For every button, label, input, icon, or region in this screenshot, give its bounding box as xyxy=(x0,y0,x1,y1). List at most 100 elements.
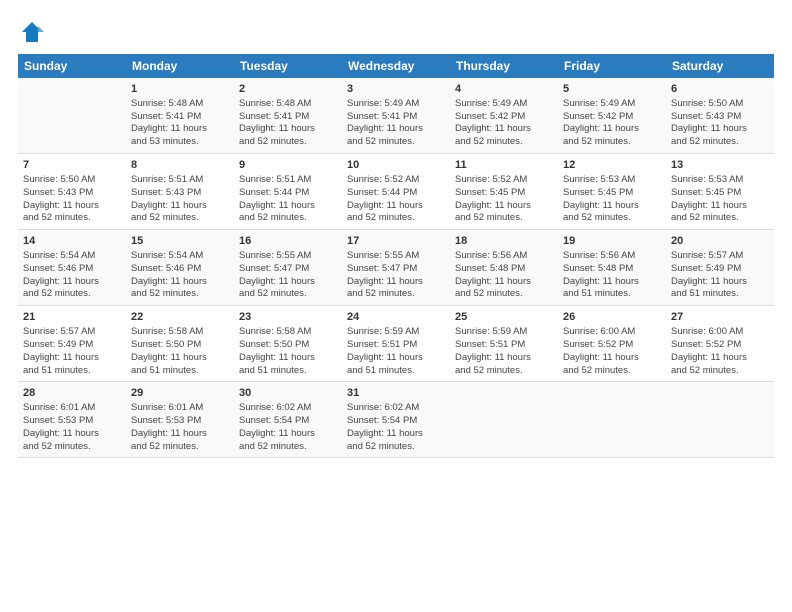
day-info: Sunrise: 6:01 AM xyxy=(131,402,229,415)
day-number: 14 xyxy=(23,234,121,249)
day-info: Sunset: 5:53 PM xyxy=(23,415,121,428)
day-info: and 52 minutes. xyxy=(563,365,661,378)
day-info: Sunset: 5:45 PM xyxy=(563,187,661,200)
day-info: and 52 minutes. xyxy=(131,212,229,225)
day-info: and 52 minutes. xyxy=(347,288,445,301)
header-row: SundayMondayTuesdayWednesdayThursdayFrid… xyxy=(18,54,774,78)
day-info: and 52 minutes. xyxy=(347,441,445,454)
day-number: 24 xyxy=(347,310,445,325)
day-number: 5 xyxy=(563,82,661,97)
day-cell: 3Sunrise: 5:49 AMSunset: 5:41 PMDaylight… xyxy=(342,78,450,154)
day-cell: 24Sunrise: 5:59 AMSunset: 5:51 PMDayligh… xyxy=(342,306,450,382)
day-info: Daylight: 11 hours xyxy=(671,200,769,213)
day-number: 10 xyxy=(347,158,445,173)
day-info: Sunset: 5:54 PM xyxy=(239,415,337,428)
day-info: Sunset: 5:42 PM xyxy=(563,111,661,124)
day-info: and 52 minutes. xyxy=(23,441,121,454)
day-info: Sunset: 5:50 PM xyxy=(131,339,229,352)
day-cell: 2Sunrise: 5:48 AMSunset: 5:41 PMDaylight… xyxy=(234,78,342,154)
day-info: and 52 minutes. xyxy=(239,212,337,225)
day-info: and 51 minutes. xyxy=(131,365,229,378)
day-cell xyxy=(450,382,558,458)
day-info: Daylight: 11 hours xyxy=(239,428,337,441)
day-info: Sunrise: 5:59 AM xyxy=(347,326,445,339)
day-info: and 51 minutes. xyxy=(563,288,661,301)
day-info: and 52 minutes. xyxy=(131,441,229,454)
day-info: Daylight: 11 hours xyxy=(23,428,121,441)
day-number: 13 xyxy=(671,158,769,173)
day-cell: 7Sunrise: 5:50 AMSunset: 5:43 PMDaylight… xyxy=(18,154,126,230)
day-info: Sunset: 5:47 PM xyxy=(347,263,445,276)
day-info: Daylight: 11 hours xyxy=(563,123,661,136)
day-cell: 6Sunrise: 5:50 AMSunset: 5:43 PMDaylight… xyxy=(666,78,774,154)
day-cell: 10Sunrise: 5:52 AMSunset: 5:44 PMDayligh… xyxy=(342,154,450,230)
day-info: Sunset: 5:48 PM xyxy=(563,263,661,276)
day-info: Daylight: 11 hours xyxy=(455,123,553,136)
day-info: Sunrise: 5:49 AM xyxy=(563,98,661,111)
day-cell: 15Sunrise: 5:54 AMSunset: 5:46 PMDayligh… xyxy=(126,230,234,306)
page-header xyxy=(18,18,774,46)
calendar-body: 1Sunrise: 5:48 AMSunset: 5:41 PMDaylight… xyxy=(18,78,774,458)
day-number: 25 xyxy=(455,310,553,325)
day-cell: 4Sunrise: 5:49 AMSunset: 5:42 PMDaylight… xyxy=(450,78,558,154)
day-info: and 52 minutes. xyxy=(239,441,337,454)
day-info: and 52 minutes. xyxy=(347,136,445,149)
week-row-2: 7Sunrise: 5:50 AMSunset: 5:43 PMDaylight… xyxy=(18,154,774,230)
day-cell: 31Sunrise: 6:02 AMSunset: 5:54 PMDayligh… xyxy=(342,382,450,458)
day-cell: 23Sunrise: 5:58 AMSunset: 5:50 PMDayligh… xyxy=(234,306,342,382)
day-info: Sunset: 5:45 PM xyxy=(455,187,553,200)
day-cell: 1Sunrise: 5:48 AMSunset: 5:41 PMDaylight… xyxy=(126,78,234,154)
day-info: and 53 minutes. xyxy=(131,136,229,149)
day-info: Sunset: 5:42 PM xyxy=(455,111,553,124)
day-info: and 52 minutes. xyxy=(347,212,445,225)
day-info: Daylight: 11 hours xyxy=(347,352,445,365)
day-cell: 11Sunrise: 5:52 AMSunset: 5:45 PMDayligh… xyxy=(450,154,558,230)
header-cell-monday: Monday xyxy=(126,54,234,78)
calendar-header: SundayMondayTuesdayWednesdayThursdayFrid… xyxy=(18,54,774,78)
day-info: and 52 minutes. xyxy=(455,288,553,301)
day-info: Sunset: 5:51 PM xyxy=(347,339,445,352)
day-info: Sunrise: 5:57 AM xyxy=(671,250,769,263)
day-info: and 51 minutes. xyxy=(671,288,769,301)
day-number: 6 xyxy=(671,82,769,97)
day-info: Daylight: 11 hours xyxy=(347,123,445,136)
header-cell-friday: Friday xyxy=(558,54,666,78)
header-cell-wednesday: Wednesday xyxy=(342,54,450,78)
day-cell xyxy=(18,78,126,154)
day-cell: 18Sunrise: 5:56 AMSunset: 5:48 PMDayligh… xyxy=(450,230,558,306)
day-info: Sunrise: 5:54 AM xyxy=(23,250,121,263)
week-row-3: 14Sunrise: 5:54 AM Sunset: 5:46 PM Dayligh… xyxy=(18,230,774,306)
day-cell: 9Sunrise: 5:51 AMSunset: 5:44 PMDaylight… xyxy=(234,154,342,230)
day-info: Sunrise: 5:49 AM xyxy=(347,98,445,111)
day-info: Sunset: 5:49 PM xyxy=(23,339,121,352)
day-number: 18 xyxy=(455,234,553,249)
day-cell: 21Sunrise: 5:57 AMSunset: 5:49 PMDayligh… xyxy=(18,306,126,382)
day-info: Sunset: 5:51 PM xyxy=(455,339,553,352)
day-info: Sunset: 5:43 PM xyxy=(23,187,121,200)
day-info: and 52 minutes. xyxy=(23,288,121,301)
day-info: Daylight: 11 hours xyxy=(347,276,445,289)
day-info: Sunrise: 6:02 AM xyxy=(239,402,337,415)
day-number: 22 xyxy=(131,310,229,325)
day-info: and 52 minutes. xyxy=(563,136,661,149)
day-cell: 28Sunrise: 6:01 AMSunset: 5:53 PMDayligh… xyxy=(18,382,126,458)
day-cell: 8Sunrise: 5:51 AMSunset: 5:43 PMDaylight… xyxy=(126,154,234,230)
day-info: Sunrise: 5:51 AM xyxy=(239,174,337,187)
day-info: Daylight: 11 hours xyxy=(563,200,661,213)
day-info: Sunrise: 5:53 AM xyxy=(563,174,661,187)
day-info: Sunrise: 5:57 AM xyxy=(23,326,121,339)
day-number: 19 xyxy=(563,234,661,249)
day-info: Daylight: 11 hours xyxy=(23,276,121,289)
day-number: 30 xyxy=(239,386,337,401)
week-row-4: 21Sunrise: 5:57 AMSunset: 5:49 PMDayligh… xyxy=(18,306,774,382)
day-cell: 22Sunrise: 5:58 AMSunset: 5:50 PMDayligh… xyxy=(126,306,234,382)
day-info: Sunrise: 5:49 AM xyxy=(455,98,553,111)
day-info: Sunset: 5:46 PM xyxy=(131,263,229,276)
day-info: Daylight: 11 hours xyxy=(563,276,661,289)
day-info: Sunrise: 5:53 AM xyxy=(671,174,769,187)
day-cell: 5Sunrise: 5:49 AMSunset: 5:42 PMDaylight… xyxy=(558,78,666,154)
day-info: Sunset: 5:45 PM xyxy=(671,187,769,200)
day-info: and 52 minutes. xyxy=(239,136,337,149)
day-info: and 52 minutes. xyxy=(671,365,769,378)
day-info: Sunrise: 5:58 AM xyxy=(239,326,337,339)
